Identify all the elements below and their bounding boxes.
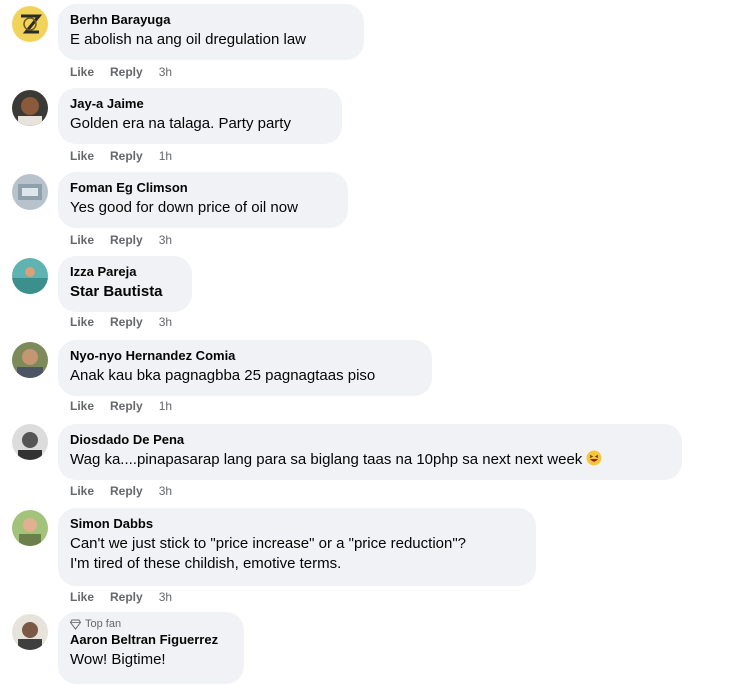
comment-actions: Like Reply 1h <box>70 148 172 164</box>
comment-author[interactable]: Nyo-nyo Hernandez Comia <box>70 348 420 364</box>
avatar[interactable] <box>12 174 48 210</box>
comment-actions: Like Reply 3h <box>70 64 172 80</box>
comment-author[interactable]: Diosdado De Pena <box>70 432 670 448</box>
top-fan-label: Top fan <box>85 618 122 630</box>
comment-bubble: Diosdado De Pena Wag ka....pinapasarap l… <box>58 424 682 480</box>
comment-timestamp[interactable]: 1h <box>159 398 172 414</box>
like-button[interactable]: Like <box>70 398 94 414</box>
reply-button[interactable]: Reply <box>110 589 143 605</box>
like-button[interactable]: Like <box>70 483 94 499</box>
comment-actions: Like Reply 3h <box>70 483 172 499</box>
comment-timestamp[interactable]: 3h <box>159 314 172 330</box>
comment-actions: Like Reply 3h <box>70 314 172 330</box>
comment-timestamp[interactable]: 3h <box>159 232 172 248</box>
comment-bubble: Top fan Aaron Beltran Figuerrez Wow! Big… <box>58 612 244 684</box>
reply-button[interactable]: Reply <box>110 314 143 330</box>
comment-text: Wow! Bigtime! <box>70 651 166 668</box>
like-button[interactable]: Like <box>70 148 94 164</box>
avatar[interactable] <box>12 258 48 294</box>
comment-text: Golden era na talaga. Party party <box>70 115 291 132</box>
comment-bubble: Nyo-nyo Hernandez Comia Anak kau bka pag… <box>58 340 432 396</box>
comment-text: Yes good for down price of oil now <box>70 199 298 216</box>
comment-timestamp[interactable]: 1h <box>159 148 172 164</box>
avatar[interactable] <box>12 90 48 126</box>
diamond-icon <box>70 619 81 630</box>
comment-author[interactable]: Jay-a Jaime <box>70 96 330 112</box>
like-button[interactable]: Like <box>70 232 94 248</box>
comment-author[interactable]: Foman Eg Climson <box>70 180 336 196</box>
comment-author[interactable]: Aaron Beltran Figuerrez <box>70 632 232 648</box>
avatar[interactable] <box>12 510 48 546</box>
avatar[interactable] <box>12 342 48 378</box>
like-button[interactable]: Like <box>70 314 94 330</box>
reply-button[interactable]: Reply <box>110 232 143 248</box>
comment-author[interactable]: Berhn Barayuga <box>70 12 352 28</box>
reply-button[interactable]: Reply <box>110 398 143 414</box>
comment-text: E abolish na ang oil dregulation law <box>70 31 306 48</box>
comment-text: Anak kau bka pagnagbba 25 pagnagtaas pis… <box>70 367 376 384</box>
comment-timestamp[interactable]: 3h <box>159 64 172 80</box>
comment-bubble: Jay-a Jaime Golden era na talaga. Party … <box>58 88 342 144</box>
avatar[interactable] <box>12 424 48 460</box>
reply-button[interactable]: Reply <box>110 64 143 80</box>
comment-author[interactable]: Izza Pareja <box>70 264 180 280</box>
mentioned-name-link[interactable]: Star Bautista <box>70 282 180 302</box>
comment-text-line: Can't we just stick to "price increase" … <box>70 535 466 552</box>
comment-author[interactable]: Simon Dabbs <box>70 516 524 532</box>
comment-timestamp[interactable]: 3h <box>159 589 172 605</box>
reply-button[interactable]: Reply <box>110 148 143 164</box>
like-button[interactable]: Like <box>70 589 94 605</box>
comment-bubble: Izza Pareja Star Bautista <box>58 256 192 312</box>
comment-text-content: Wag ka....pinapasarap lang para sa bigla… <box>70 451 583 468</box>
comment-bubble: Berhn Barayuga E abolish na ang oil dreg… <box>58 4 364 60</box>
comment-actions: Like Reply 1h <box>70 398 172 414</box>
comment-text: Wag ka....pinapasarap lang para sa bigla… <box>70 450 670 470</box>
comment-timestamp[interactable]: 3h <box>159 483 172 499</box>
like-button[interactable]: Like <box>70 64 94 80</box>
comment-text: Can't we just stick to "price increase" … <box>70 534 524 574</box>
comment-bubble: Simon Dabbs Can't we just stick to "pric… <box>58 508 536 586</box>
top-fan-badge[interactable]: Top fan <box>70 618 232 630</box>
comment-bubble: Foman Eg Climson Yes good for down price… <box>58 172 348 228</box>
avatar[interactable] <box>12 614 48 650</box>
laughing-face-emoji <box>586 450 602 466</box>
reply-button[interactable]: Reply <box>110 483 143 499</box>
avatar[interactable] <box>12 6 48 42</box>
comment-actions: Like Reply 3h <box>70 232 172 248</box>
comment-text-line: I'm tired of these childish, emotive ter… <box>70 555 342 572</box>
comment-actions: Like Reply 3h <box>70 589 172 605</box>
